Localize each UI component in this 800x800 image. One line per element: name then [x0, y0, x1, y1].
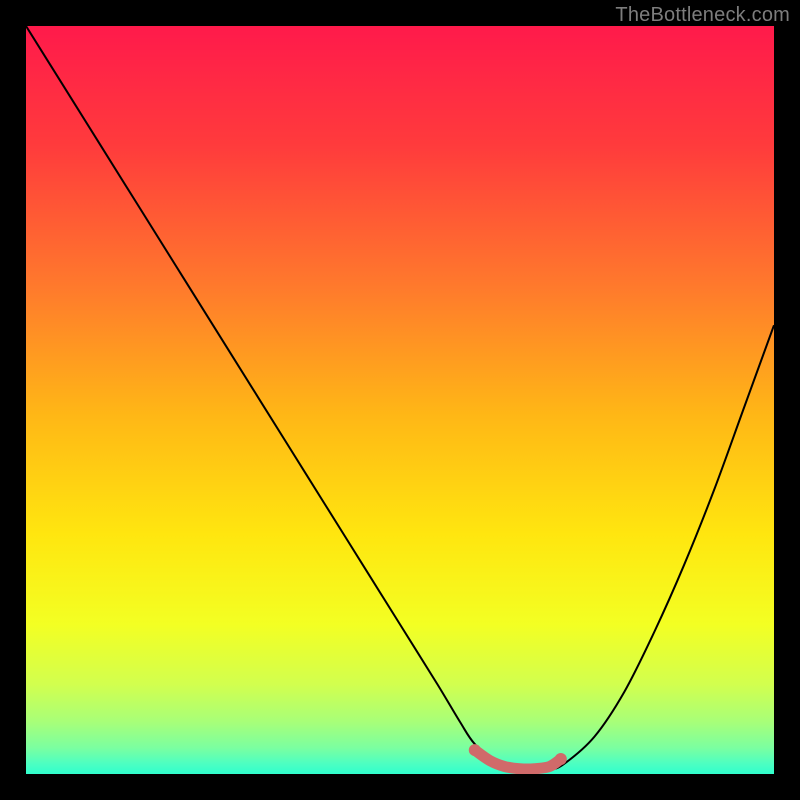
gradient-background [26, 26, 774, 774]
optimal-range-start-dot [469, 744, 481, 756]
bottleneck-chart [26, 26, 774, 774]
chart-frame [26, 26, 774, 774]
optimal-range-end-dot [555, 753, 567, 765]
attribution-label: TheBottleneck.com [615, 4, 790, 27]
